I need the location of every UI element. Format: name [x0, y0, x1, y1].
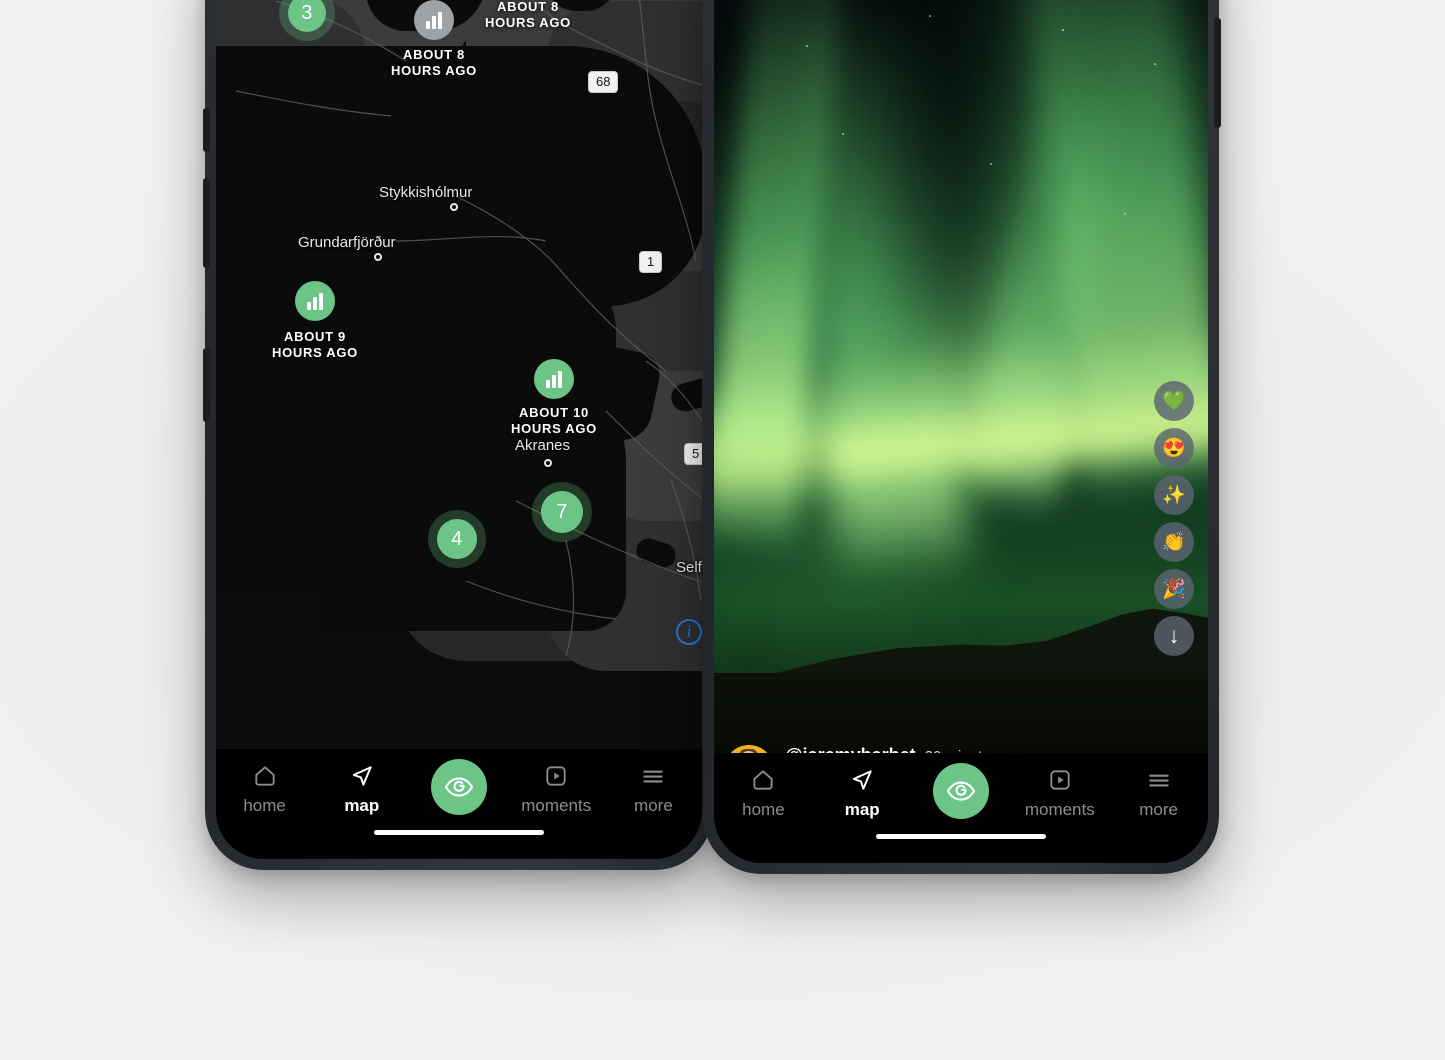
sparkles-reaction[interactable]: ✨ [1154, 475, 1194, 515]
signal-bars-icon [546, 370, 562, 388]
road-shield-5: 5 [684, 443, 702, 465]
map-pin-caption: ABOUT 9 HOURS AGO [272, 329, 358, 361]
phone-screen-left: Stykkishólmur Grundarfjörður Akranes Sel… [216, 0, 702, 859]
home-icon [252, 763, 278, 789]
navigate-icon [349, 763, 375, 789]
road-shield-68: 68 [588, 71, 619, 93]
home-indicator[interactable] [876, 834, 1046, 839]
map-pin-caption: ABOUT 8 HOURS AGO [485, 0, 571, 31]
phone-screen-right: 💚 😍 ✨ 👏 🎉 ↓ @jeremybarbet [714, 0, 1208, 863]
tab-label: more [634, 796, 673, 815]
bottom-tab-bar: home map moments more [714, 753, 1208, 863]
map-pin-sighting-b[interactable] [414, 0, 454, 40]
volume-up-button[interactable] [203, 108, 210, 152]
screenshot-canvas: Stykkishólmur Grundarfjörður Akranes Sel… [0, 0, 1445, 1060]
play-box-icon [1047, 767, 1073, 793]
tab-home[interactable]: home [216, 763, 313, 816]
map-pin-sighting-d[interactable] [534, 359, 574, 399]
map-pin-cluster-7[interactable]: 7 [541, 491, 583, 533]
star [842, 133, 844, 135]
tab-label: more [1139, 800, 1178, 819]
eye-icon[interactable] [932, 763, 989, 819]
mute-switch[interactable] [203, 348, 210, 422]
pin-count: 7 [556, 500, 568, 523]
star [990, 163, 992, 165]
map-pin-cluster-4[interactable]: 4 [437, 519, 477, 559]
tab-moments[interactable]: moments [508, 763, 605, 816]
tab-label: moments [521, 796, 592, 815]
home-indicator[interactable] [374, 830, 544, 835]
tab-label: map [844, 800, 880, 819]
bottom-tab-bar: home map moments more [216, 749, 702, 859]
home-icon [750, 767, 776, 793]
road-shield-1: 1 [639, 251, 663, 273]
pin-count: 3 [301, 1, 313, 24]
city-dot [544, 459, 552, 467]
star [806, 45, 808, 47]
tab-more[interactable]: more [1109, 767, 1208, 820]
map-pin-caption: ABOUT 10 HOURS AGO [511, 405, 597, 437]
phone-device-left: Stykkishólmur Grundarfjörður Akranes Sel… [203, 0, 713, 870]
city-label-stykkisholmur: Stykkishólmur [379, 184, 473, 201]
play-box-icon [543, 763, 569, 789]
info-circle-icon[interactable]: i [676, 619, 702, 645]
navigate-icon [849, 767, 875, 793]
clap-reaction[interactable]: 👏 [1154, 522, 1194, 562]
city-dot [374, 253, 382, 261]
volume-down-button[interactable] [203, 178, 210, 268]
green-heart-reaction[interactable]: 💚 [1154, 381, 1194, 421]
phone-device-right: 💚 😍 ✨ 👏 🎉 ↓ @jeremybarbet [703, 0, 1221, 874]
tab-map[interactable]: map [813, 767, 912, 820]
map-pin-sighting-c[interactable] [295, 281, 335, 321]
tab-more[interactable]: more [605, 763, 702, 816]
star [929, 15, 931, 17]
tab-capture[interactable] [410, 759, 507, 822]
tab-map[interactable]: map [313, 763, 410, 816]
star [1124, 213, 1126, 215]
heart-eyes-reaction[interactable]: 😍 [1154, 428, 1194, 468]
map-view[interactable]: Stykkishólmur Grundarfjörður Akranes Sel… [216, 0, 702, 859]
tab-home[interactable]: home [714, 767, 813, 820]
tab-label: home [742, 800, 785, 819]
tab-label: moments [1024, 800, 1095, 819]
signal-bars-icon [426, 11, 442, 29]
star [1154, 63, 1156, 65]
map-pin-caption: ABOUT 8 HOURS AGO [391, 47, 477, 79]
hamburger-icon [1146, 767, 1172, 793]
download-button[interactable]: ↓ [1154, 616, 1194, 656]
tab-capture[interactable] [912, 763, 1011, 826]
tab-label: map [344, 796, 380, 815]
city-label-grundarfjordur: Grundarfjörður [298, 234, 396, 251]
party-popper-reaction[interactable]: 🎉 [1154, 569, 1194, 609]
city-label-akranes: Akranes [515, 437, 571, 454]
signal-bars-icon [307, 292, 323, 310]
city-label-selfoss: Self [676, 559, 702, 576]
hamburger-icon [640, 763, 666, 789]
city-dot [450, 203, 458, 211]
moment-photo[interactable] [714, 0, 1208, 863]
tab-label: home [243, 796, 286, 815]
power-button[interactable] [1214, 18, 1221, 128]
eye-icon[interactable] [431, 759, 487, 815]
reaction-rail: 💚 😍 ✨ 👏 🎉 ↓ [1154, 381, 1194, 656]
pin-count: 4 [451, 527, 463, 550]
tab-moments[interactable]: moments [1010, 767, 1109, 820]
star [1062, 29, 1064, 31]
